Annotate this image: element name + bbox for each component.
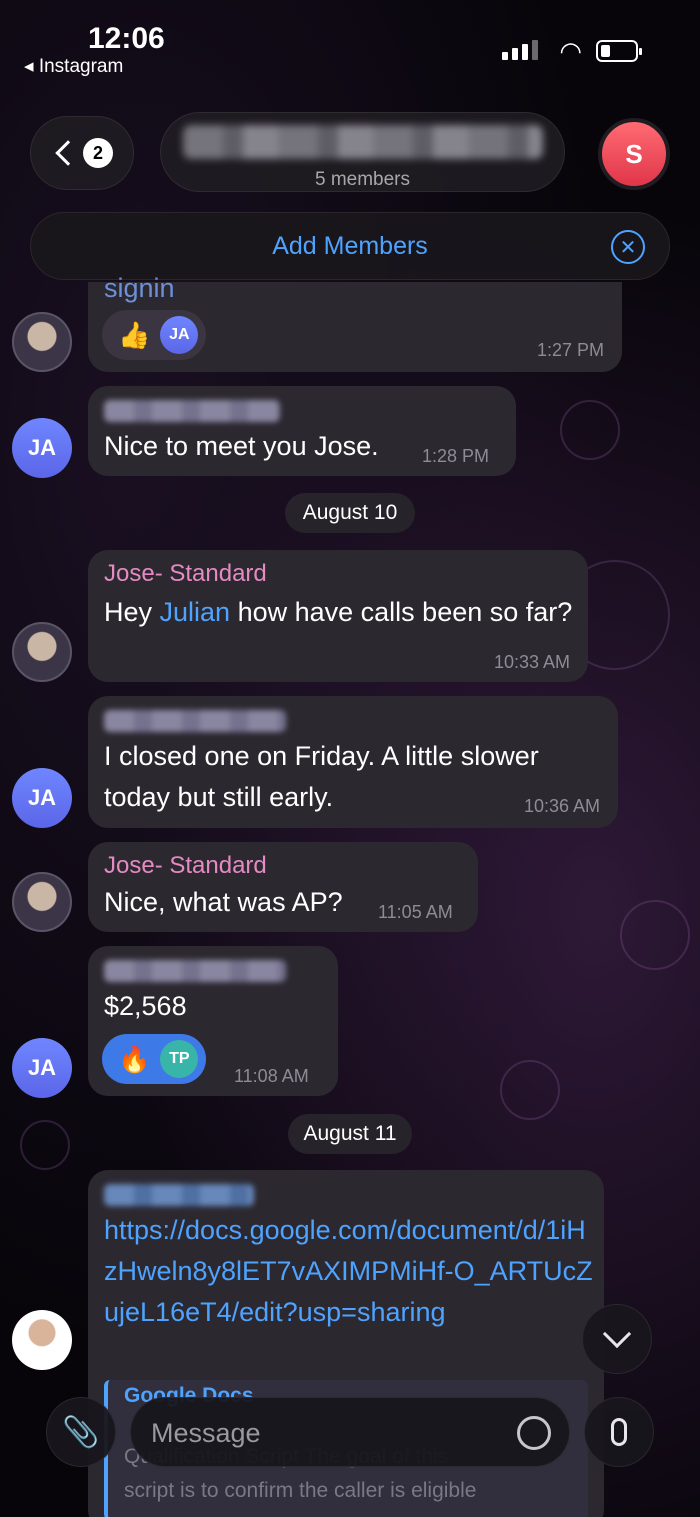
member-count: 5 members xyxy=(314,169,411,190)
message-time: 11:08 AM xyxy=(234,1066,309,1086)
sender-name-redacted xyxy=(104,960,286,982)
sender-name-redacted xyxy=(104,400,280,422)
message-time: 11:05 AM xyxy=(378,902,453,922)
message-input-container xyxy=(130,1397,570,1467)
clock: 12:06 xyxy=(88,22,165,55)
message-time: 1:28 PM xyxy=(422,446,490,466)
fire-icon: 🔥 xyxy=(118,1043,151,1074)
chat-title[interactable]: 5 members xyxy=(160,112,565,192)
doodle-decoration xyxy=(620,900,690,970)
wifi-icon: ◠ xyxy=(559,36,582,66)
group-avatar[interactable]: S xyxy=(598,118,670,190)
sender-name: Jose- Standard xyxy=(104,560,267,587)
reaction-user: JA xyxy=(160,316,199,354)
sender-name-redacted xyxy=(104,1184,254,1206)
reaction-chip[interactable]: 👍 JA xyxy=(102,310,207,360)
message-text: Nice to meet you Jose. xyxy=(104,431,379,461)
message-time: 1:27 PM xyxy=(536,340,604,360)
reaction-user: TP xyxy=(160,1040,199,1078)
reaction-chip[interactable]: 🔥 TP xyxy=(102,1034,207,1084)
avatar[interactable] xyxy=(12,1310,72,1370)
message-input[interactable] xyxy=(151,1414,501,1452)
preview-text: script is to confirm the caller is eligi… xyxy=(124,1479,477,1502)
doodle-decoration xyxy=(560,400,620,460)
message-text: signin xyxy=(104,273,175,303)
scroll-down-button[interactable] xyxy=(582,1304,652,1374)
attach-button[interactable]: 📎 xyxy=(46,1397,116,1467)
thumbs-up-icon: 👍 xyxy=(118,319,151,350)
microphone-icon xyxy=(611,1418,627,1446)
avatar[interactable]: JA xyxy=(12,768,72,828)
date-separator: August 11 xyxy=(288,1114,412,1154)
message-bubble[interactable]: I closed one on Friday. A little slower … xyxy=(88,696,618,828)
message-time: 10:36 AM xyxy=(523,796,600,816)
unread-badge: 2 xyxy=(83,138,113,168)
message-text: $2,568 xyxy=(104,991,187,1021)
doodle-decoration xyxy=(20,1120,70,1170)
date-separator: August 10 xyxy=(285,493,415,533)
doodle-decoration xyxy=(500,1060,560,1120)
avatar[interactable] xyxy=(12,622,72,682)
text-segment: how have calls been so far? xyxy=(230,597,573,627)
message-text: Hey Julian how have calls been so far? xyxy=(104,592,574,633)
signal-icon xyxy=(502,40,538,60)
message-bubble[interactable]: signin 👍 JA 1:27 PM xyxy=(88,273,622,372)
chevron-left-icon xyxy=(55,140,81,166)
paperclip-icon: 📎 xyxy=(62,1415,100,1449)
message-bubble[interactable]: $2,568 🔥 TP 11:08 AM xyxy=(88,946,338,1096)
close-icon[interactable]: ✕ xyxy=(611,230,645,264)
sticker-icon[interactable] xyxy=(517,1416,551,1450)
message-bubble[interactable]: Jose- Standard Hey Julian how have calls… xyxy=(88,550,588,682)
back-button[interactable]: 2 xyxy=(30,116,134,190)
chat-name-redacted xyxy=(182,125,543,159)
sender-name-redacted xyxy=(104,710,286,732)
sender-name: Jose- Standard xyxy=(104,852,267,879)
message-time: 10:33 AM xyxy=(493,652,570,672)
message-bubble[interactable]: Nice to meet you Jose. 1:28 PM xyxy=(88,386,516,476)
avatar[interactable]: JA xyxy=(12,418,72,478)
add-members-button[interactable]: Add Members xyxy=(31,232,669,261)
avatar[interactable]: JA xyxy=(12,1038,72,1098)
avatar[interactable] xyxy=(12,312,72,372)
message-bubble[interactable]: Jose- Standard Nice, what was AP? 11:05 … xyxy=(88,842,478,932)
voice-button[interactable] xyxy=(584,1397,654,1467)
message-text: Nice, what was AP? xyxy=(104,887,343,917)
status-bar: 12:06 ◂ Instagram ◠ xyxy=(0,0,700,90)
back-to-app-link[interactable]: ◂ Instagram xyxy=(24,55,123,78)
user-mention[interactable]: Julian xyxy=(160,597,231,627)
text-segment: Hey xyxy=(104,597,160,627)
avatar[interactable] xyxy=(12,872,72,932)
battery-icon xyxy=(596,40,642,62)
message-link[interactable]: https://docs.google.com/document/d/1iHzH… xyxy=(104,1210,594,1333)
chevron-down-icon xyxy=(602,1319,632,1349)
